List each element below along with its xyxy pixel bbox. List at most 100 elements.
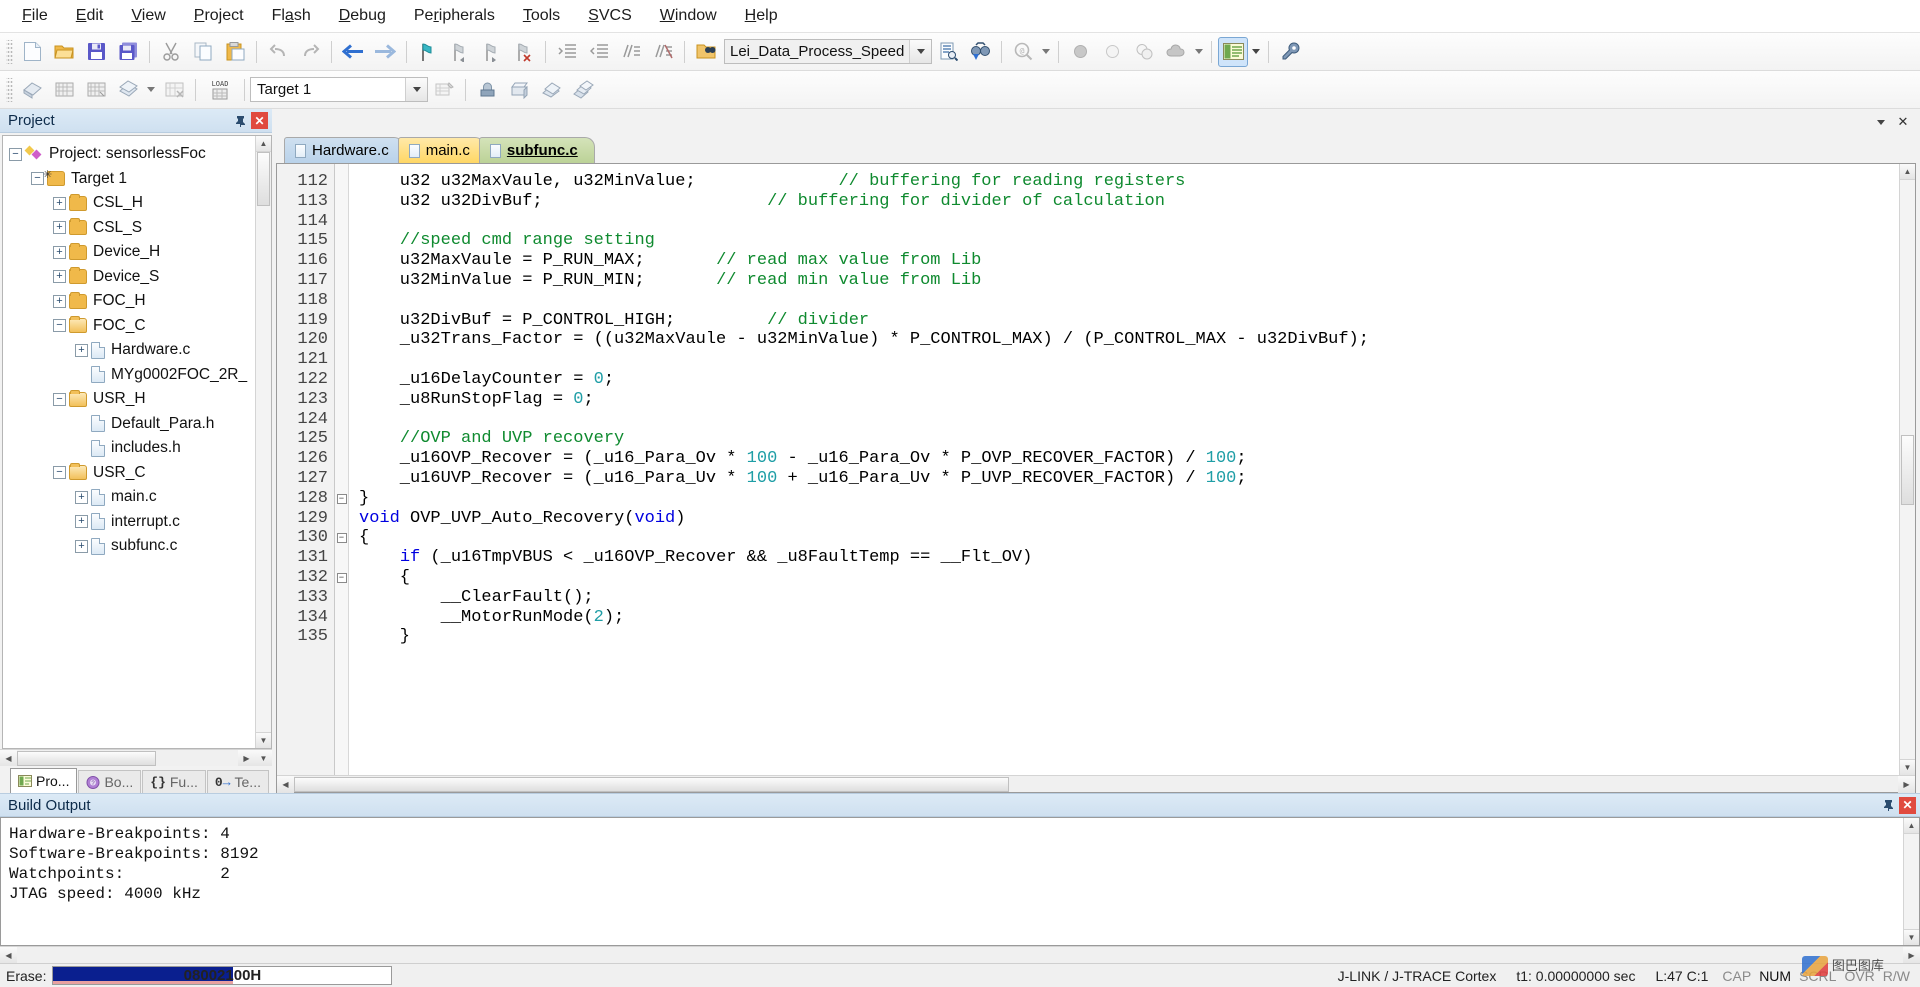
find-in-files-button[interactable] [933, 37, 963, 67]
scroll-left-icon[interactable]: ◀ [277, 775, 294, 793]
scroll-down-icon[interactable]: ▼ [255, 749, 272, 767]
build-output-hscrollbar[interactable]: ◀ ▶ [0, 946, 1920, 964]
hscroll-thumb[interactable] [294, 776, 1009, 792]
code-line[interactable]: u32MaxVaule = P_RUN_MAX; // read max val… [359, 251, 1899, 271]
paste-button[interactable] [220, 37, 250, 67]
hscroll-thumb[interactable] [17, 750, 156, 766]
tree-item[interactable]: MYg0002FOC_2R_ [9, 363, 255, 388]
toolbar-grip[interactable] [6, 39, 13, 64]
project-window-button[interactable] [1218, 36, 1248, 67]
scroll-thumb[interactable] [1901, 434, 1914, 505]
code-line[interactable]: u32DivBuf = P_CONTROL_HIGH; // divider [359, 311, 1899, 331]
scroll-down-icon[interactable]: ▼ [1900, 759, 1915, 775]
scroll-thumb[interactable] [257, 152, 270, 206]
editor-dropdown-button[interactable] [1872, 113, 1890, 131]
fold-toggle[interactable]: − [335, 568, 348, 588]
menu-edit[interactable]: Edit [62, 3, 118, 29]
code-line[interactable]: if (_u16TmpVBUS < _u16OVP_Recover && _u8… [359, 548, 1899, 568]
pin-icon[interactable] [232, 112, 249, 129]
code-fold-column[interactable]: − − − [335, 164, 349, 775]
menu-project[interactable]: Project [180, 3, 258, 29]
scroll-left-icon[interactable]: ◀ [0, 946, 17, 964]
batch-build-dropdown[interactable] [144, 75, 158, 105]
copy-button[interactable] [188, 37, 218, 67]
code-line[interactable] [359, 410, 1899, 430]
scroll-track-bottom[interactable] [1900, 504, 1915, 759]
code-horizontal-scrollbar[interactable]: ◀ ▶ [277, 775, 1915, 793]
code-line[interactable]: u32MinValue = P_RUN_MIN; // read min val… [359, 271, 1899, 291]
pin-icon[interactable] [1880, 797, 1897, 814]
undo-button[interactable] [263, 37, 293, 67]
redo-button[interactable] [295, 37, 325, 67]
code-line[interactable]: __MotorRunMode(2); [359, 608, 1899, 628]
comment-button[interactable] [616, 37, 646, 67]
close-icon[interactable]: ✕ [251, 112, 268, 129]
uncomment-button[interactable] [648, 37, 678, 67]
code-editor-body[interactable]: 112 113 114 115 116 117 118 119 120 121 122 123 124 1… [277, 164, 1915, 775]
expand-icon[interactable]: + [75, 539, 88, 553]
code-line[interactable]: __ClearFault(); [359, 588, 1899, 608]
toggle-bookmark-button[interactable] [413, 37, 443, 67]
scroll-down-icon[interactable]: ▼ [256, 732, 271, 748]
scroll-track[interactable] [256, 206, 271, 732]
fold-toggle[interactable]: − [335, 528, 348, 548]
tree-item[interactable]: − FOC_C [9, 314, 255, 339]
code-line[interactable]: { [359, 528, 1899, 548]
code-line[interactable]: _u16UVP_Recover = (_u16_Para_Uv * 100 + … [359, 469, 1899, 489]
cut-button[interactable] [156, 37, 186, 67]
chevron-down-icon[interactable] [909, 40, 931, 63]
menu-peripherals[interactable]: Peripherals [400, 3, 509, 29]
tree-item[interactable]: + subfunc.c [9, 534, 255, 559]
expand-icon[interactable]: + [53, 294, 66, 308]
collapse-icon[interactable]: − [53, 466, 66, 480]
collapse-icon[interactable]: − [53, 319, 66, 333]
editor-close-button[interactable]: ✕ [1894, 113, 1912, 131]
menu-file[interactable]: FFileile [8, 3, 62, 29]
scroll-down-icon[interactable]: ▼ [1904, 929, 1919, 945]
new-file-button[interactable] [17, 37, 47, 67]
save-all-button[interactable] [113, 37, 143, 67]
scroll-right-icon[interactable]: ▶ [1903, 946, 1920, 964]
translate-button[interactable] [17, 75, 47, 105]
menu-flash[interactable]: Flash [258, 3, 325, 29]
batch-build-button[interactable] [113, 75, 143, 105]
code-line[interactable]: _u32Trans_Factor = ((u32MaxVaule - u32Mi… [359, 330, 1899, 350]
tree-item[interactable]: + Device_S [9, 265, 255, 290]
tree-item[interactable]: + CSL_S [9, 216, 255, 241]
insert-bookmark-gray-button[interactable] [1065, 37, 1095, 67]
next-bookmark-button[interactable] [477, 37, 507, 67]
build-output-scrollbar[interactable]: ▲ ▼ [1903, 818, 1919, 945]
tree-item[interactable]: + main.c [9, 485, 255, 510]
tab-templates[interactable]: 0→ Te... [206, 770, 269, 793]
expand-icon[interactable]: + [75, 343, 88, 357]
tree-item[interactable]: + Hardware.c [9, 338, 255, 363]
code-line[interactable]: { [359, 568, 1899, 588]
tree-item[interactable]: + CSL_H [9, 191, 255, 216]
code-line[interactable] [359, 350, 1899, 370]
tree-item[interactable]: − Project: sensorlessFoc [9, 142, 255, 167]
expand-icon[interactable]: + [53, 196, 66, 210]
menu-window[interactable]: Window [646, 3, 731, 29]
indent-button[interactable] [552, 37, 582, 67]
expand-icon[interactable]: + [53, 270, 66, 284]
stop-build-button[interactable] [159, 75, 189, 105]
save-button[interactable] [81, 37, 111, 67]
project-tree-hscrollbar[interactable]: ◀ ▶ ▼ [0, 749, 272, 767]
project-tree[interactable]: −Project: sensorlessFoc−Target 1+CSL_H+C… [2, 135, 272, 749]
expand-icon[interactable]: + [75, 490, 88, 504]
code-line[interactable]: } [359, 489, 1899, 509]
project-tree-scrollbar[interactable]: ▲ ▼ [255, 136, 271, 748]
doc-tab-hardware-c[interactable]: Hardware.c [284, 137, 404, 163]
code-line[interactable]: //speed cmd range setting [359, 231, 1899, 251]
open-file-button[interactable] [49, 37, 79, 67]
scroll-up-icon[interactable]: ▲ [1900, 164, 1915, 180]
scroll-up-icon[interactable]: ▲ [256, 136, 271, 152]
project-window-dropdown[interactable] [1249, 37, 1263, 67]
expand-icon[interactable]: + [53, 221, 66, 235]
code-line[interactable]: _u16OVP_Recover = (_u16_Para_Ov * 100 - … [359, 449, 1899, 469]
cloud-dropdown[interactable] [1192, 37, 1206, 67]
find-button[interactable] [965, 37, 995, 67]
code-line[interactable]: u32 u32MaxVaule, u32MinValue; // bufferi… [359, 172, 1899, 192]
manage-run-time-env-button[interactable] [504, 75, 534, 105]
rebuild-button[interactable] [81, 75, 111, 105]
